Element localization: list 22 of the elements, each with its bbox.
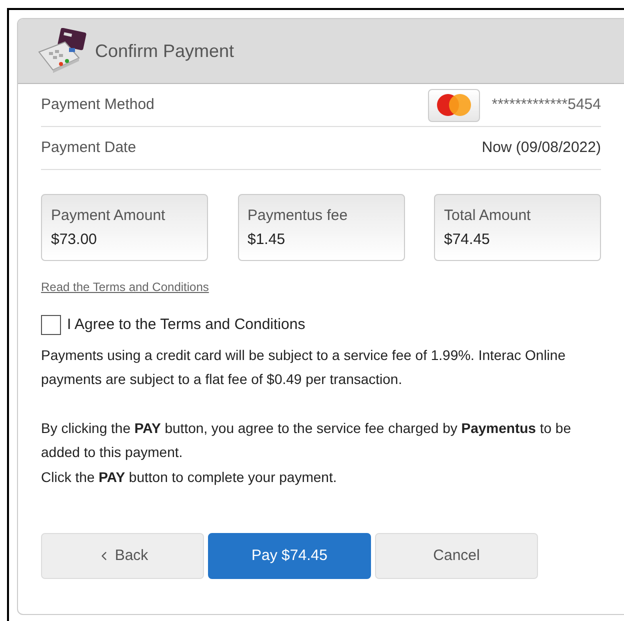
- detail-value: Now (09/08/2022): [482, 138, 601, 158]
- agree-label: I Agree to the Terms and Conditions: [67, 315, 306, 335]
- info-paragraph: Payments using a credit card will be subject to a service fee of 1.99%. Interac Online payments are subject to a flat fee of $0.49 per transaction.: [41, 346, 566, 389]
- detail-label: Payment Method: [41, 94, 154, 115]
- info-paragraph: Click the PAY button to complete your payment.: [41, 468, 338, 487]
- detail-value: *************5454: [492, 94, 601, 115]
- back-button[interactable]: Back: [41, 533, 204, 579]
- card-logo: [428, 88, 480, 122]
- detail-label: Payment Date: [41, 138, 136, 158]
- cancel-button[interactable]: Cancel: [375, 533, 538, 579]
- header-title: Confirm Payment: [95, 40, 234, 63]
- amount-label: Paymentus fee: [248, 206, 349, 226]
- agree-checkbox[interactable]: [41, 315, 61, 336]
- pay-button[interactable]: Pay $74.45: [208, 533, 371, 579]
- amount-label: Total Amount: [444, 206, 532, 226]
- amount-value: $1.45: [248, 230, 286, 250]
- amount-label: Payment Amount: [51, 206, 166, 226]
- card-terminal-icon: [35, 28, 87, 74]
- amount-value: $73.00: [51, 230, 98, 250]
- terms-link[interactable]: Read the Terms and Conditions: [41, 278, 209, 296]
- info-paragraph: By clicking the PAY button, you agree to the service fee charged by Paymentus to be added to this payment.: [41, 418, 572, 462]
- amount-value: $74.45: [444, 230, 491, 250]
